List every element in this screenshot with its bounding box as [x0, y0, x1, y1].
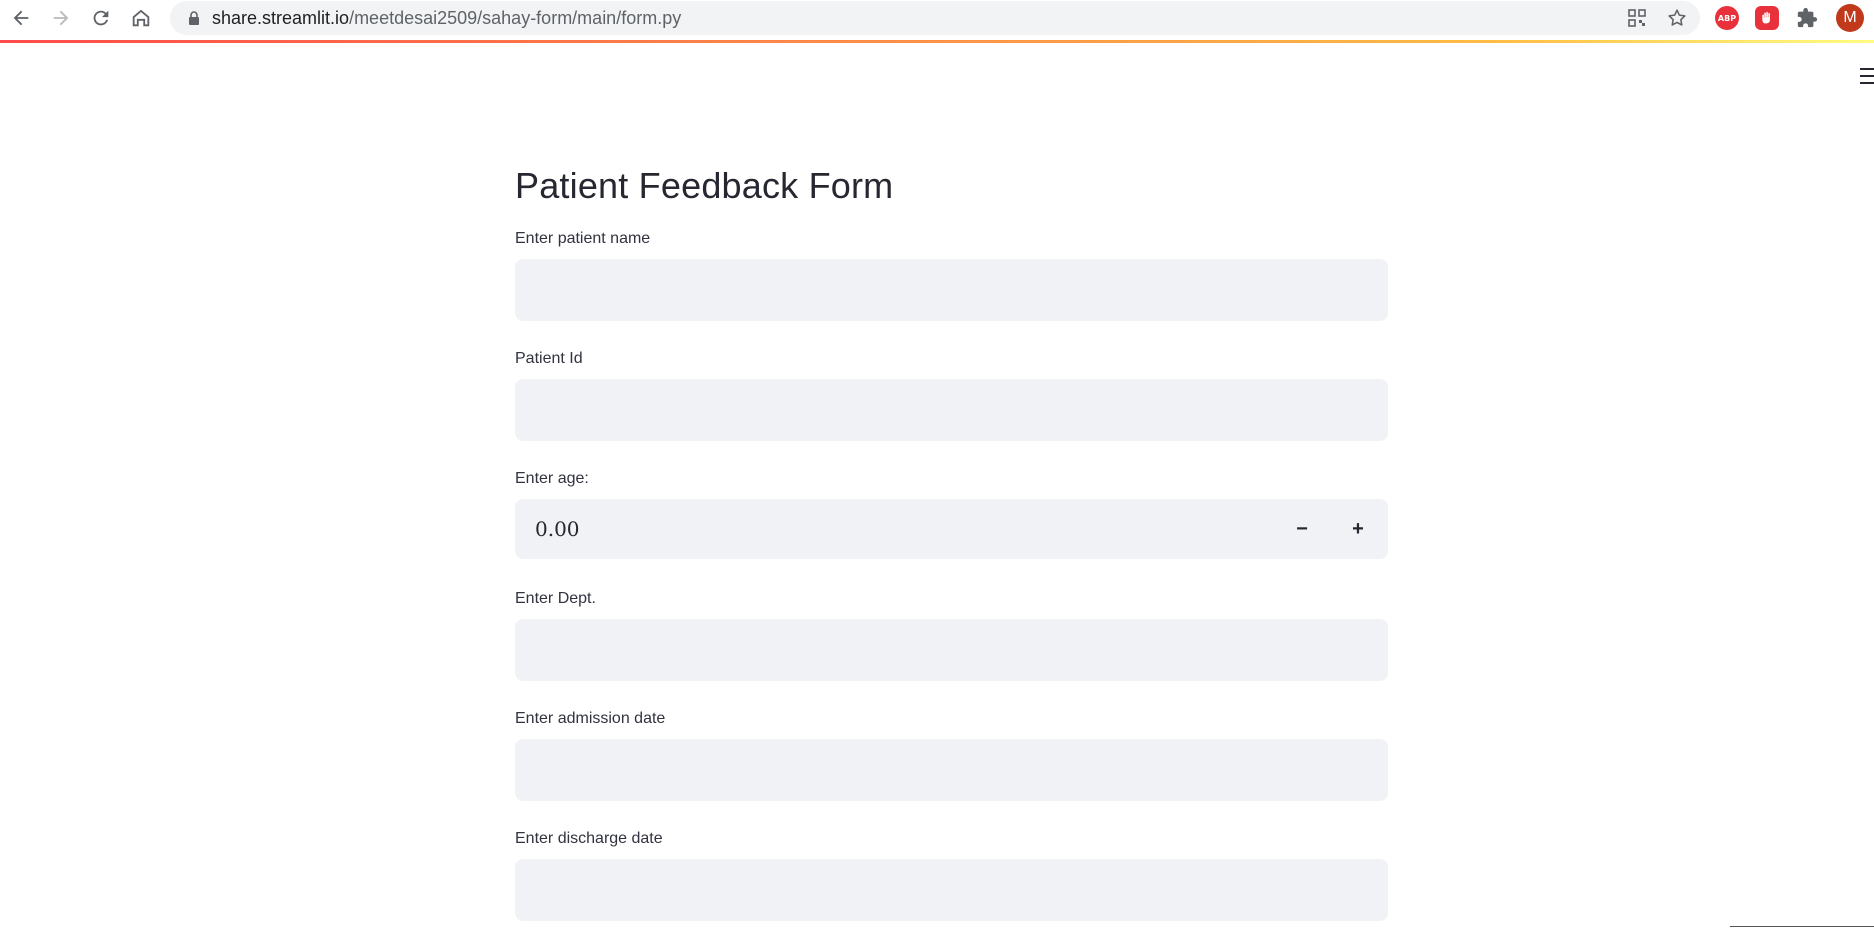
- forward-arrow-icon[interactable]: [46, 4, 76, 32]
- status-divider: [1730, 926, 1874, 927]
- lock-icon[interactable]: [186, 10, 202, 26]
- page-title: Patient Feedback Form: [515, 165, 894, 206]
- patient-name-field: Enter patient name: [515, 229, 1388, 321]
- admission-date-field: Enter admission date: [515, 709, 1388, 801]
- back-arrow-icon[interactable]: [6, 4, 36, 32]
- hamburger-menu-icon[interactable]: [1860, 68, 1874, 86]
- discharge-date-field: Enter discharge date: [515, 829, 1388, 921]
- adblock-hand-icon[interactable]: [1755, 6, 1779, 30]
- dept-field: Enter Dept.: [515, 589, 1388, 681]
- avatar-initial: M: [1843, 9, 1857, 26]
- discharge-date-label: Enter discharge date: [515, 830, 663, 847]
- patient-id-input[interactable]: [515, 379, 1388, 441]
- profile-avatar[interactable]: M: [1836, 4, 1864, 32]
- streamlit-header-decoration: [0, 40, 1874, 43]
- reload-icon[interactable]: [86, 4, 116, 32]
- minus-icon: −: [1296, 517, 1308, 540]
- admission-date-input[interactable]: [515, 739, 1388, 801]
- age-input[interactable]: [515, 499, 1275, 559]
- dept-label: Enter Dept.: [515, 590, 596, 607]
- admission-date-label: Enter admission date: [515, 710, 666, 727]
- qr-code-icon[interactable]: [1626, 7, 1648, 29]
- patient-id-field: Patient Id: [515, 349, 1388, 441]
- adblock-plus-icon[interactable]: ABP: [1715, 6, 1739, 30]
- age-field: Enter age: − +: [515, 469, 1388, 559]
- url-path: /meetdesai2509/sahay-form/main/form.py: [349, 8, 682, 28]
- adblock-plus-label: ABP: [1717, 13, 1737, 23]
- url-host: share.streamlit.io: [212, 8, 350, 28]
- bookmark-star-icon[interactable]: [1666, 7, 1688, 29]
- age-increment-button[interactable]: +: [1330, 499, 1386, 559]
- home-icon[interactable]: [126, 4, 156, 32]
- extensions-puzzle-icon[interactable]: [1795, 6, 1819, 30]
- browser-toolbar: share.streamlit.io/meetdesai2509/sahay-f…: [0, 0, 1874, 36]
- patient-name-label: Enter patient name: [515, 230, 651, 247]
- patient-name-input[interactable]: [515, 259, 1388, 321]
- age-label: Enter age:: [515, 470, 589, 487]
- plus-icon: +: [1352, 517, 1364, 540]
- patient-id-label: Patient Id: [515, 350, 583, 367]
- age-decrement-button[interactable]: −: [1274, 499, 1330, 559]
- age-number-input-container: − +: [515, 499, 1388, 559]
- discharge-date-input[interactable]: [515, 859, 1388, 921]
- address-bar[interactable]: share.streamlit.io/meetdesai2509/sahay-f…: [170, 1, 1700, 35]
- dept-input[interactable]: [515, 619, 1388, 681]
- url-text: share.streamlit.io/meetdesai2509/sahay-f…: [212, 9, 681, 27]
